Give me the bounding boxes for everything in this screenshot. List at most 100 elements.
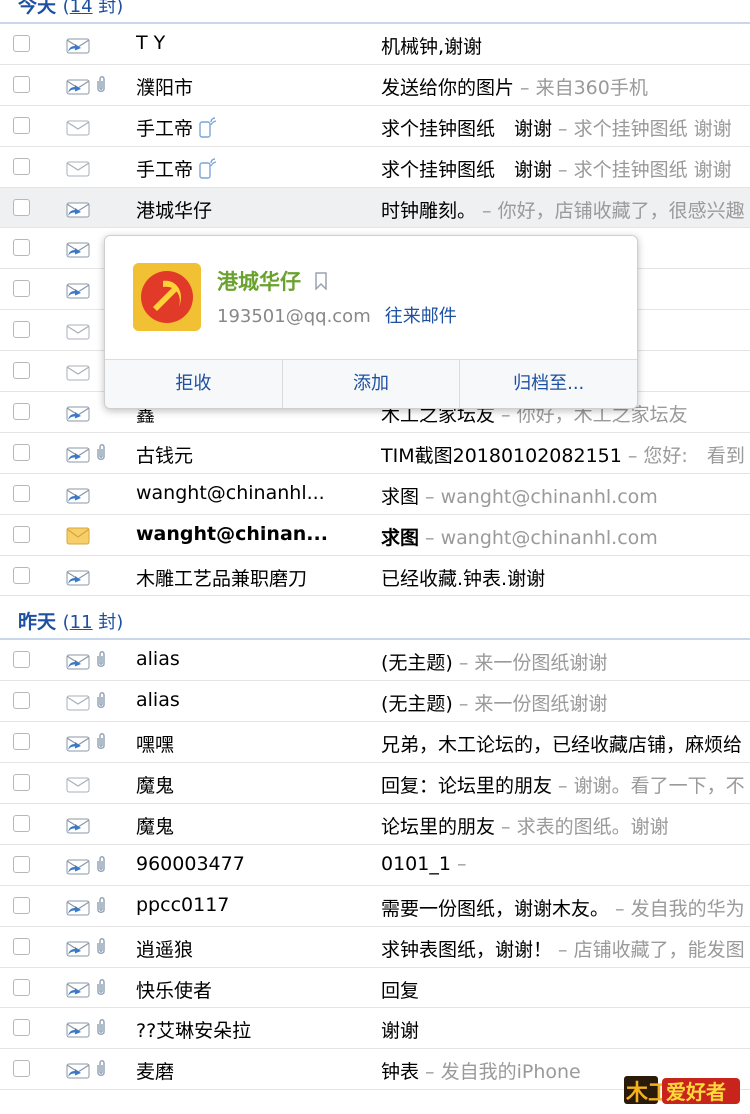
mail-row[interactable]: wanght@chinan... 求图 – wanght@chinanhl.co… (0, 515, 750, 556)
mail-row[interactable]: 古钱元 TIM截图20180102082151 – 您好: 看到 (0, 433, 750, 474)
select-checkbox[interactable] (13, 362, 30, 380)
select-checkbox[interactable] (13, 978, 30, 996)
mail-row[interactable]: wanght@chinanhl... 求图 – wanght@chinanhl.… (0, 474, 750, 515)
add-contact-button[interactable]: 添加 (283, 360, 461, 408)
subject-line[interactable]: 求钟表图纸，谢谢！ – 店铺收藏了，能发图 (381, 935, 745, 962)
mail-preview: – 发自我的iPhone (419, 1061, 581, 1084)
mail-row[interactable]: ppcc0117 需要一份图纸，谢谢木友。 – 发自我的华为 (0, 886, 750, 927)
mail-row[interactable]: alias (无主题) – 来一份图纸谢谢 (0, 681, 750, 723)
contact-avatar (133, 263, 201, 331)
sender-name: 嘿嘿 (136, 734, 175, 757)
select-checkbox[interactable] (13, 733, 30, 751)
reject-button[interactable]: 拒收 (105, 360, 283, 408)
select-checkbox[interactable] (13, 855, 30, 873)
mail-subject: 发送给你的图片 (381, 76, 515, 99)
select-checkbox[interactable] (13, 157, 30, 175)
mail-subject: 钟表 (381, 1061, 420, 1084)
mail-preview: – 来自360手机 (514, 76, 648, 99)
select-checkbox[interactable] (13, 896, 30, 914)
mail-subject: 求图 (381, 485, 420, 508)
sender-name: 魔鬼 (136, 775, 175, 798)
read-mail-icon (66, 693, 90, 711)
unread-mail-icon (66, 527, 90, 545)
bookmark-icon[interactable] (314, 271, 328, 295)
select-checkbox[interactable] (13, 525, 30, 543)
select-checkbox[interactable] (13, 35, 30, 52)
mail-subject: 兄弟，木工论坛的，已经收藏店铺，麻烦给 (381, 734, 743, 757)
subject-line[interactable]: (无主题) – 来一份图纸谢谢 (381, 648, 607, 675)
subject-line[interactable]: 回复：论坛里的朋友 – 谢谢。看了一下，不 (381, 771, 745, 798)
select-checkbox[interactable] (13, 280, 30, 298)
mail-row[interactable]: T Y 机械钟,谢谢 (0, 24, 750, 65)
sender-name: 木雕工艺品兼职磨刀 (136, 567, 308, 590)
contact-email: 193501@qq.com (217, 306, 371, 327)
subject-line[interactable]: 发送给你的图片 – 来自360手机 (381, 73, 648, 100)
related-mail-link[interactable]: 往来邮件 (385, 306, 457, 327)
group-count[interactable]: (14 封) (63, 0, 124, 17)
select-checkbox[interactable] (13, 321, 30, 339)
select-checkbox[interactable] (13, 1060, 30, 1078)
select-checkbox[interactable] (13, 566, 30, 584)
select-checkbox[interactable] (13, 774, 30, 792)
mail-row[interactable]: 港城华仔 时钟雕刻。 – 你好，店铺收藏了，很感兴趣 (0, 187, 750, 229)
mail-row[interactable]: 手工帝 求个挂钟图纸 谢谢 – 求个挂钟图纸 谢谢 (0, 106, 750, 147)
subject-line[interactable]: 求图 – wanght@chinanhl.com (381, 523, 658, 550)
read-mail-icon (66, 159, 90, 177)
attachment-icon (95, 443, 107, 463)
subject-line[interactable]: 时钟雕刻。 – 你好，店铺收藏了，很感兴趣 (381, 196, 745, 223)
mail-row[interactable]: 960003477 0101_1 – (0, 845, 750, 886)
replied-mail-icon (66, 486, 90, 504)
select-checkbox[interactable] (13, 116, 30, 134)
mail-row[interactable]: 逍遥狼 求钟表图纸，谢谢！ – 店铺收藏了，能发图 (0, 927, 750, 968)
mail-row[interactable]: 快乐使者 回复 (0, 968, 750, 1009)
subject-line[interactable]: 求个挂钟图纸 谢谢 – 求个挂钟图纸 谢谢 (381, 155, 732, 182)
select-checkbox[interactable] (13, 692, 30, 710)
subject-line[interactable]: 需要一份图纸，谢谢木友。 – 发自我的华为 (381, 894, 745, 921)
subject-line[interactable]: 论坛里的朋友 – 求表的图纸。谢谢 (381, 812, 669, 839)
subject-line[interactable]: 机械钟,谢谢 (381, 32, 482, 59)
subject-line[interactable]: 谢谢 (381, 1016, 419, 1043)
subject-line[interactable]: (无主题) – 来一份图纸谢谢 (381, 689, 607, 716)
subject-line[interactable]: 求个挂钟图纸 谢谢 – 求个挂钟图纸 谢谢 (381, 114, 732, 141)
select-checkbox[interactable] (13, 484, 30, 502)
subject-line[interactable]: TIM截图20180102082151 – 您好: 看到 (381, 441, 745, 468)
mail-row[interactable]: 嘿嘿 兄弟，木工论坛的，已经收藏店铺，麻烦给 (0, 722, 750, 764)
subject-line[interactable]: 兄弟，木工论坛的，已经收藏店铺，麻烦给 (381, 730, 742, 757)
archive-to-button[interactable]: 归档至... (460, 360, 637, 408)
group-count[interactable]: (11 封) (63, 612, 124, 633)
select-checkbox[interactable] (13, 75, 30, 93)
mail-preview: – 来一份图纸谢谢 (452, 693, 608, 716)
mail-row[interactable]: ??艾琳安朵拉 谢谢 (0, 1008, 750, 1050)
subject-line[interactable]: 已经收藏.钟表.谢谢 (381, 564, 545, 591)
attachment-icon (95, 937, 107, 957)
mail-preview: – 您好: 看到 (621, 444, 745, 467)
watermark-logo: 木工 爱好者 (622, 1068, 742, 1108)
subject-line[interactable]: 0101_1 – (381, 853, 467, 875)
replied-mail-icon (66, 816, 90, 834)
select-checkbox[interactable] (13, 443, 30, 461)
mail-subject: 机械钟,谢谢 (381, 36, 483, 58)
mail-subject: TIM截图20180102082151 (381, 444, 622, 467)
contact-name[interactable]: 港城华仔 (217, 266, 328, 296)
attachment-icon (95, 896, 107, 916)
mail-row[interactable]: alias (无主题) – 来一份图纸谢谢 (0, 640, 750, 682)
subject-line[interactable]: 求图 – wanght@chinanhl.com (381, 482, 658, 509)
select-checkbox[interactable] (13, 1019, 30, 1037)
select-checkbox[interactable] (13, 403, 30, 421)
select-checkbox[interactable] (13, 651, 30, 669)
subject-line[interactable]: 回复 (381, 976, 419, 1003)
select-checkbox[interactable] (13, 937, 30, 955)
mail-row[interactable]: 手工帝 求个挂钟图纸 谢谢 – 求个挂钟图纸 谢谢 (0, 147, 750, 188)
select-checkbox[interactable] (13, 239, 30, 257)
replied-mail-icon (66, 939, 90, 957)
select-checkbox[interactable] (13, 198, 30, 216)
mail-row[interactable]: 魔鬼 回复：论坛里的朋友 – 谢谢。看了一下，不 (0, 763, 750, 805)
mail-row[interactable]: 濮阳市 发送给你的图片 – 来自360手机 (0, 65, 750, 106)
mail-row[interactable]: 木雕工艺品兼职磨刀 已经收藏.钟表.谢谢 (0, 556, 750, 597)
attachment-icon (95, 732, 107, 752)
sender-name: 逍遥狼 (136, 938, 194, 961)
mail-preview: – 发自我的华为 (609, 897, 745, 920)
mail-row[interactable]: 魔鬼 论坛里的朋友 – 求表的图纸。谢谢 (0, 804, 750, 845)
select-checkbox[interactable] (13, 815, 30, 833)
subject-line[interactable]: 钟表 – 发自我的iPhone (381, 1057, 581, 1084)
